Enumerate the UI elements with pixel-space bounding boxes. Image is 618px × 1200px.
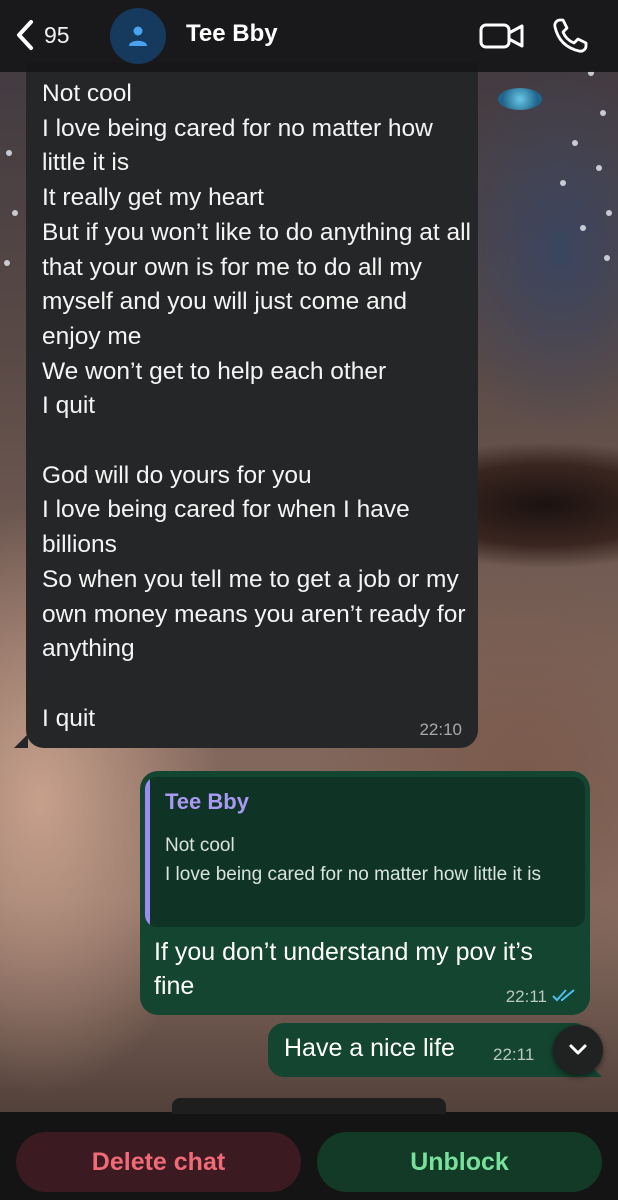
wallpaper-dot [572,140,578,146]
bubble-tail [14,734,28,748]
read-ticks-icon [552,987,576,1007]
wallpaper-gem [498,88,542,110]
back-button[interactable]: 95 [14,18,70,52]
wallpaper-dot [560,180,566,186]
message-time: 22:11 [505,987,547,1006]
blocked-contact-bar: Delete chat Unblock [0,1098,618,1200]
blocked-notice [172,1098,446,1114]
message-time: 22:10 [419,720,462,739]
message-text: Not cool I love being cared for no matte… [42,80,472,732]
phone-icon[interactable] [550,16,590,56]
quoted-message[interactable]: Tee Bby Not cool I love being cared for … [145,777,585,927]
message-text: If you don’t understand my pov it’s fine [154,938,533,1000]
wallpaper-dot [4,260,10,266]
person-icon [129,26,147,46]
wallpaper-dot [580,225,586,231]
chat-header: 95 Tee Bby [0,0,618,72]
unblock-button[interactable]: Unblock [317,1132,602,1192]
quote-sender: Tee Bby [165,789,249,814]
outgoing-message[interactable]: Have a nice life 22:11 [268,1023,602,1077]
chevron-down-icon [569,1044,587,1055]
message-text: Have a nice life [284,1034,455,1062]
avatar[interactable] [110,8,166,64]
wallpaper-dot [606,210,612,216]
wallpaper-dot [596,165,602,171]
wallpaper-dot [604,255,610,261]
quote-accent-bar [145,777,150,927]
incoming-message[interactable]: Not cool I love being cared for no matte… [14,62,478,748]
message-time: 22:11 [493,1045,535,1064]
wallpaper-dot [12,210,18,216]
outgoing-reply-message[interactable]: Tee Bby Not cool I love being cared for … [140,771,590,1015]
delete-chat-button[interactable]: Delete chat [16,1132,301,1192]
quote-text: Not cool I love being cared for no matte… [165,835,541,885]
video-call-icon[interactable] [478,18,526,54]
wallpaper-dot [6,150,12,156]
wallpaper-dot [600,110,606,116]
message-meta: 22:11 [506,987,576,1007]
scroll-to-bottom-button[interactable] [553,1025,603,1075]
contact-name[interactable]: Tee Bby [186,20,278,48]
unread-count: 95 [44,21,70,48]
chevron-left-icon [17,20,33,50]
